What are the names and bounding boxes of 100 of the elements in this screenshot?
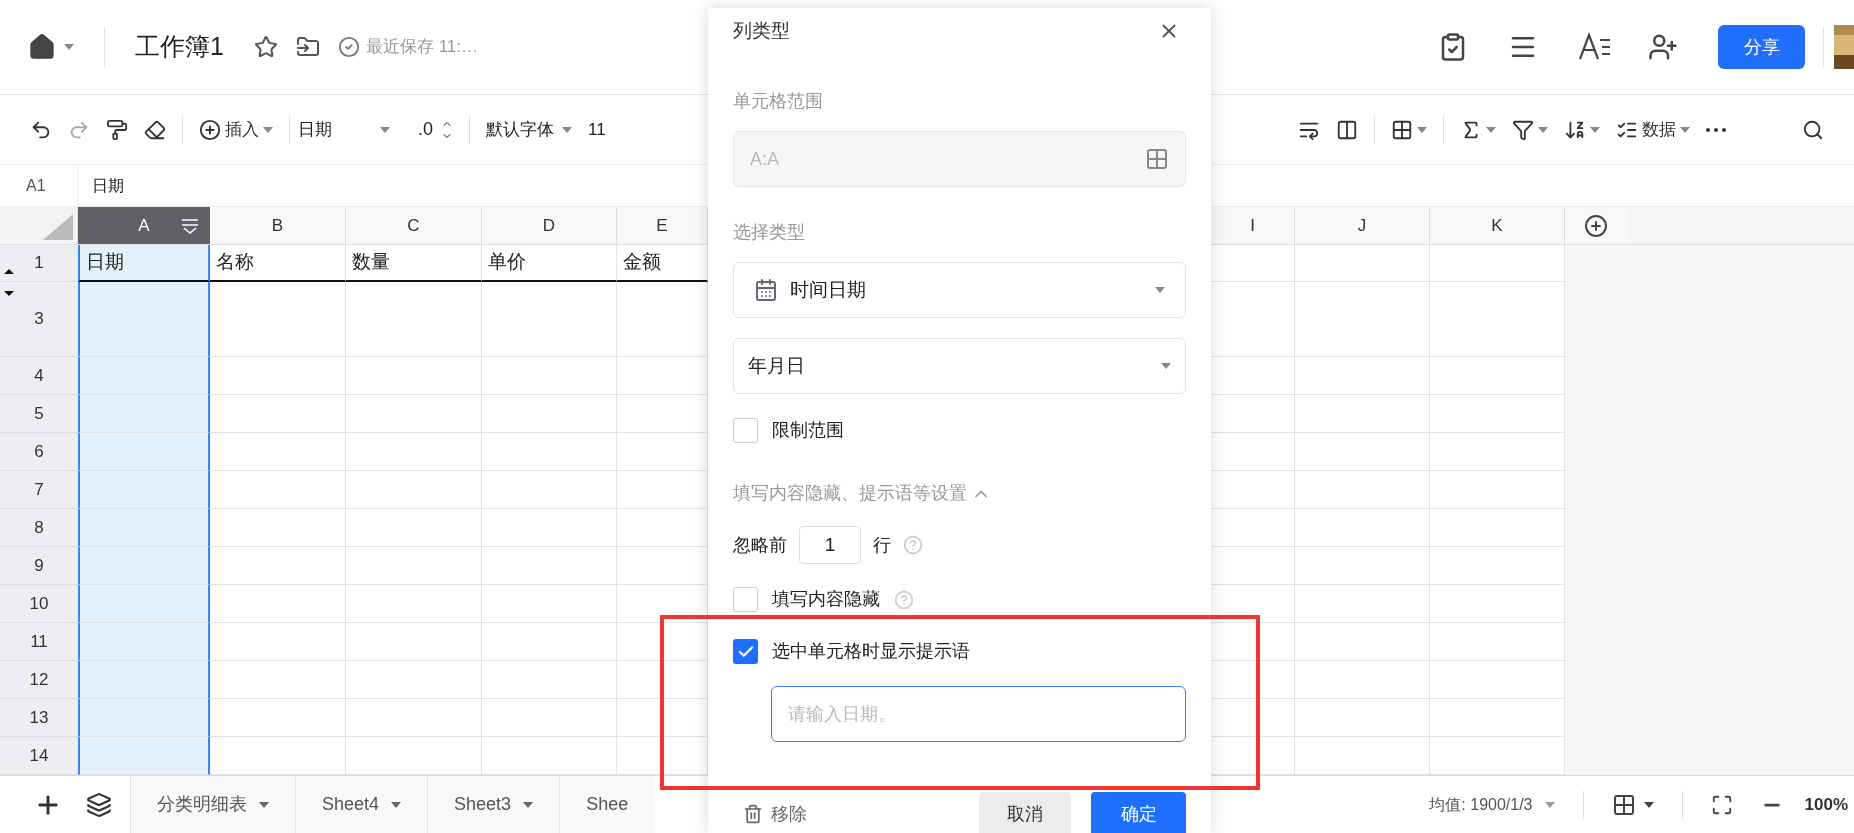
layers-icon[interactable] xyxy=(86,791,112,818)
caret-icon xyxy=(380,126,390,133)
add-user-icon[interactable] xyxy=(1648,32,1678,62)
caret-icon xyxy=(1544,801,1555,808)
row-header[interactable]: 11 xyxy=(0,623,78,661)
help-icon[interactable] xyxy=(894,589,914,610)
caret-icon xyxy=(391,801,402,808)
data-button[interactable]: 数据 xyxy=(1608,112,1698,147)
caret-icon xyxy=(1155,287,1165,293)
table-cell[interactable] xyxy=(78,471,210,509)
row-header[interactable]: 5 xyxy=(0,395,78,433)
caret-icon xyxy=(263,126,273,133)
font-size-field[interactable]: 11 xyxy=(588,116,606,143)
folder-icon[interactable] xyxy=(295,35,320,59)
table-cell[interactable] xyxy=(78,737,210,775)
checkbox-label: 选中单元格时显示提示语 xyxy=(772,640,970,663)
insert-button[interactable]: 插入 xyxy=(191,112,281,147)
caret-icon xyxy=(1161,363,1171,369)
hint-input-field[interactable]: 请输入日期。 xyxy=(771,686,1186,742)
caret-icon xyxy=(1590,126,1600,133)
table-cell[interactable] xyxy=(78,509,210,547)
column-menu-icon[interactable] xyxy=(180,216,200,235)
table-cell[interactable] xyxy=(78,433,210,471)
save-status: 最近保存 11:… xyxy=(365,36,478,59)
table-cell[interactable]: 数量 xyxy=(346,245,482,282)
skip-rows-label: 忽略前 xyxy=(733,533,787,557)
fullscreen-icon[interactable] xyxy=(1710,793,1733,816)
table-cell[interactable]: 单价 xyxy=(482,245,617,282)
merge-cells-icon xyxy=(1336,118,1358,141)
star-icon[interactable] xyxy=(253,35,278,59)
borders-icon xyxy=(1391,118,1413,141)
table-cell[interactable] xyxy=(78,699,210,737)
home-icon xyxy=(28,33,56,61)
table-cell[interactable] xyxy=(78,357,210,395)
table-cell[interactable] xyxy=(78,395,210,433)
column-header[interactable]: A xyxy=(78,207,210,244)
row-header[interactable]: 3 xyxy=(0,282,78,357)
row-header[interactable]: 4 xyxy=(0,357,78,395)
table-cell[interactable] xyxy=(78,661,210,699)
checkbox[interactable] xyxy=(733,587,758,612)
caret-icon xyxy=(259,801,269,808)
caret-icon xyxy=(1417,126,1427,133)
confirm-button[interactable]: 确定 xyxy=(1091,792,1186,833)
skip-rows-field[interactable]: 1 xyxy=(799,526,861,564)
caret-icon xyxy=(64,44,74,50)
help-icon[interactable] xyxy=(903,535,923,555)
eraser-icon xyxy=(144,118,166,141)
caret-icon xyxy=(1538,126,1548,133)
table-cell[interactable] xyxy=(78,282,210,357)
font-dropdown[interactable]: 默认字体 xyxy=(486,116,572,143)
row-header[interactable]: 6 xyxy=(0,433,78,471)
cell-reference: A1 xyxy=(0,165,78,206)
formula-content[interactable]: 日期 xyxy=(78,173,124,198)
row-header[interactable]: 8 xyxy=(0,509,78,547)
row-header[interactable]: 13 xyxy=(0,699,78,737)
filter-icon xyxy=(1512,118,1534,141)
sheet-tab[interactable]: Shee xyxy=(559,776,655,833)
checkbox-label: 限制范围 xyxy=(772,419,844,442)
number-format-dropdown[interactable]: 日期 xyxy=(298,116,398,143)
cancel-button[interactable]: 取消 xyxy=(979,792,1071,833)
row-header[interactable]: 7 xyxy=(0,471,78,509)
format-dropdown[interactable]: 年月日 xyxy=(733,338,1186,394)
trash-icon xyxy=(743,804,763,824)
share-button[interactable]: 分享 xyxy=(1718,25,1805,69)
select-all-icon[interactable] xyxy=(43,214,73,240)
type-dropdown[interactable]: 时间日期 xyxy=(733,262,1186,318)
add-column-icon[interactable] xyxy=(1584,213,1608,238)
caret-icon xyxy=(1486,126,1496,133)
table-cell[interactable] xyxy=(78,585,210,623)
document-title[interactable]: 工作簿1 xyxy=(135,28,224,66)
caret-icon xyxy=(523,801,534,808)
row-header[interactable]: 12 xyxy=(0,661,78,699)
row-header[interactable]: 9 xyxy=(0,547,78,585)
table-cell[interactable] xyxy=(78,623,210,661)
check-circle-icon xyxy=(337,36,360,58)
remove-button[interactable]: 移除 xyxy=(743,800,807,828)
text-style-icon[interactable] xyxy=(1578,32,1612,62)
grid-icon[interactable] xyxy=(1145,147,1169,171)
row-header[interactable]: 10 xyxy=(0,585,78,623)
field-label: 选择类型 xyxy=(733,221,806,244)
average-dropdown[interactable]: 均值: 1900/1/3 xyxy=(1429,792,1555,817)
table-cell[interactable]: 名称 xyxy=(210,245,346,282)
plus-circle-icon xyxy=(199,118,221,141)
table-cell[interactable]: 日期 xyxy=(78,245,210,282)
sheet-tab[interactable]: 分类明细表 xyxy=(130,776,295,833)
hidden-row-icon[interactable] xyxy=(3,267,15,297)
search-icon xyxy=(1802,118,1824,141)
decimal-button[interactable]: .0 xyxy=(418,116,453,143)
sheet-tab[interactable]: Sheet3 xyxy=(427,776,560,833)
checkbox[interactable] xyxy=(733,418,758,443)
field-label: 单元格范围 xyxy=(733,90,824,113)
row-header[interactable]: 14 xyxy=(0,737,78,775)
view-button[interactable] xyxy=(1611,792,1654,817)
row-header[interactable]: 1 xyxy=(0,245,78,282)
sheet-tab[interactable]: Sheet4 xyxy=(295,776,428,833)
table-cell[interactable] xyxy=(78,547,210,585)
more-icon xyxy=(1706,127,1726,132)
checkbox[interactable] xyxy=(733,639,758,664)
table-cell[interactable]: 金额 xyxy=(617,245,708,282)
home-button[interactable] xyxy=(28,33,74,61)
